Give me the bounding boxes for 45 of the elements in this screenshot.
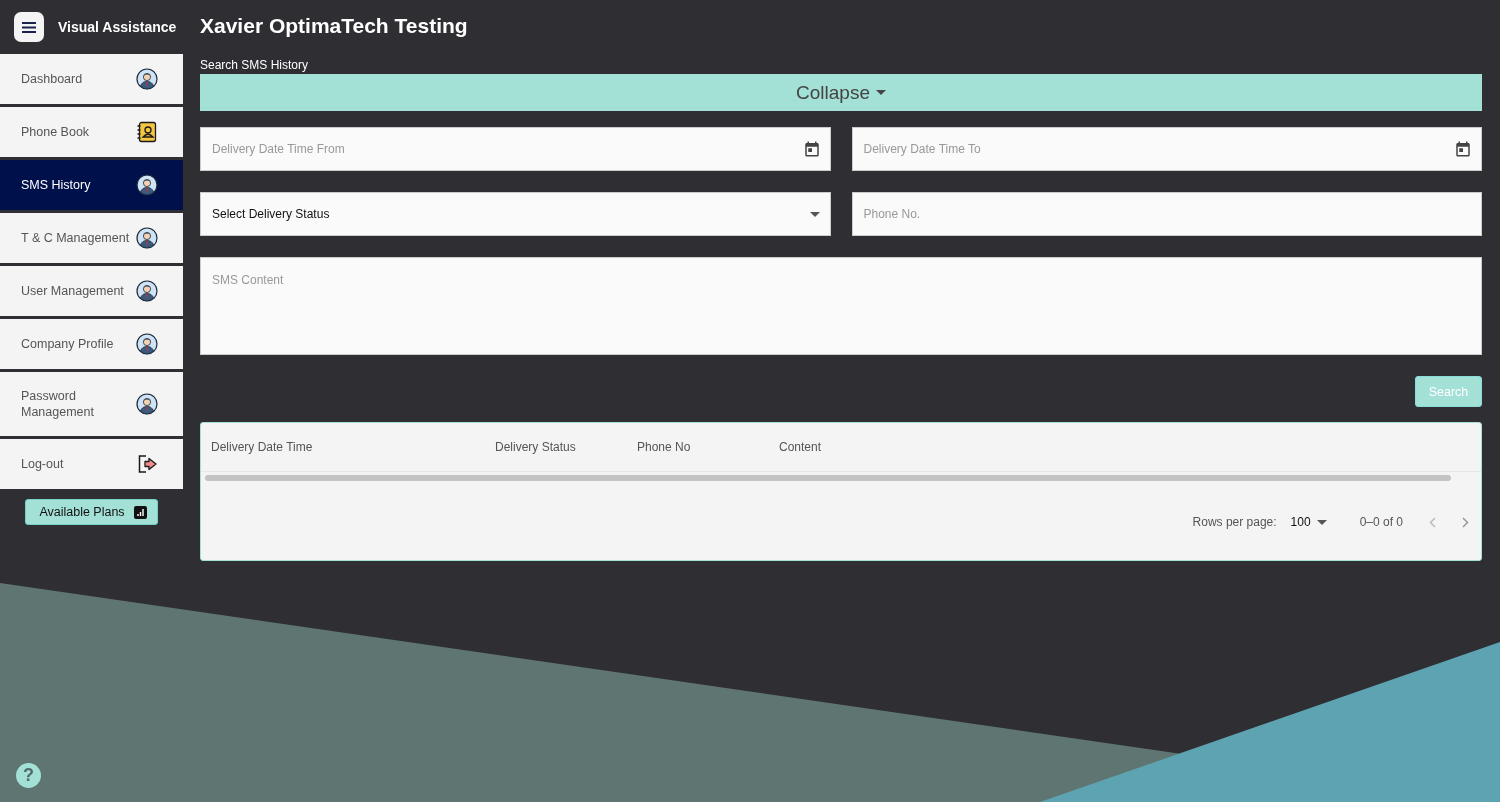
column-header[interactable]: Delivery Status — [495, 440, 637, 454]
date-field[interactable]: Delivery Date Time To — [851, 127, 1482, 171]
app-title: Visual Assistance — [58, 19, 177, 35]
page-range: 0–0 of 0 — [1359, 515, 1403, 529]
available-plans-button[interactable]: Available Plans — [25, 499, 158, 525]
sidebar-item[interactable]: Phone Book — [0, 107, 183, 157]
column-header[interactable]: Delivery Date Time — [211, 440, 495, 454]
person-icon — [136, 333, 158, 355]
menu-icon — [22, 21, 36, 33]
status-dropdown[interactable]: Select Delivery Status — [200, 192, 831, 236]
phone-field[interactable]: Phone No. — [851, 192, 1482, 236]
chart-icon — [133, 505, 147, 519]
calendar-icon[interactable] — [1454, 140, 1472, 158]
sidebar-item[interactable]: Dashboard — [0, 54, 183, 104]
logout-icon — [136, 453, 158, 475]
dropdown-caret-icon — [1316, 519, 1327, 525]
date-field[interactable]: Delivery Date Time From — [200, 127, 831, 171]
sidebar-item[interactable]: SMS History — [0, 160, 183, 210]
page-title: Xavier OptimaTech Testing — [200, 13, 469, 39]
rows-per-page-select[interactable]: 100 — [1290, 515, 1327, 529]
person-icon — [136, 280, 158, 302]
sidebar-item[interactable]: Company Profile — [0, 319, 183, 369]
dropdown-caret-icon — [809, 211, 820, 217]
scrollbar-thumb[interactable] — [205, 475, 1451, 481]
sidebar-item[interactable]: User Management — [0, 266, 183, 316]
caret-icon — [875, 90, 886, 95]
person-icon — [136, 68, 158, 90]
column-header[interactable]: Content — [779, 440, 822, 454]
person-icon — [136, 393, 158, 415]
menu-button[interactable] — [14, 12, 44, 42]
next-page-button[interactable] — [1462, 516, 1469, 528]
sidebar-item[interactable]: Log-out — [0, 439, 183, 489]
contact-book-icon — [136, 121, 158, 143]
sidebar-item[interactable]: T & C Management — [0, 213, 183, 263]
collapse-button[interactable]: Collapse — [200, 74, 1482, 111]
person-icon — [136, 227, 158, 249]
content-field[interactable]: SMS Content — [200, 257, 1482, 355]
calendar-icon[interactable] — [802, 140, 821, 158]
section-heading: Search SMS History — [200, 58, 310, 74]
column-header[interactable]: Phone No — [637, 440, 779, 454]
chevron-right-icon — [1462, 516, 1469, 528]
chevron-left-icon — [1429, 516, 1436, 528]
person-icon — [136, 174, 158, 196]
rows-per-page-label: Rows per page: — [1192, 515, 1277, 529]
sidebar-item[interactable]: Password Management — [0, 372, 183, 436]
